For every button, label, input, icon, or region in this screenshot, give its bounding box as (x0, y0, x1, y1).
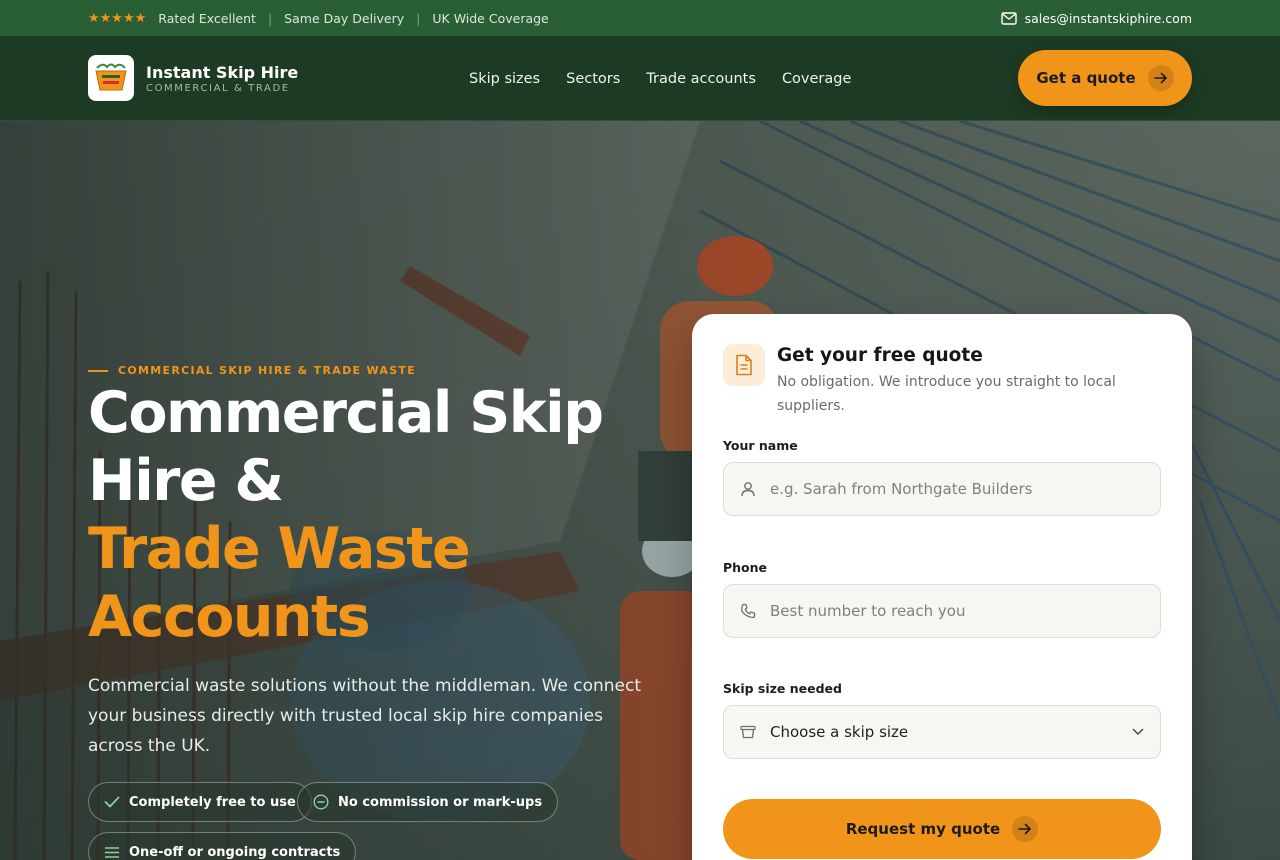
request-quote-button[interactable]: Request my quote (723, 799, 1161, 859)
email-link[interactable]: sales@instantskiphire.com (1000, 11, 1192, 26)
phone-placeholder: Best number to reach you (770, 602, 966, 620)
chip-contracts: One-off or ongoing contracts (88, 832, 357, 860)
document-icon (723, 344, 765, 386)
chip-no-commission-label: No commission or mark-ups (338, 794, 543, 810)
arrow-right-icon (1147, 65, 1174, 91)
form-title: Get your free quote (777, 345, 983, 366)
name-placeholder: e.g. Sarah from Northgate Builders (770, 480, 1033, 498)
name-label: Your name (723, 438, 798, 453)
chevron-down-icon (1132, 728, 1144, 735)
rating-stars: ★★★★★ (88, 10, 147, 26)
chip-contracts-label: One-off or ongoing contracts (129, 844, 341, 860)
nav-coverage[interactable]: Coverage (782, 71, 851, 87)
user-icon (741, 482, 755, 497)
get-quote-label: Get a quote (1036, 69, 1136, 87)
hero-heading-line1: Commercial Skip (88, 380, 604, 446)
hero-heading-line2: Hire & (88, 448, 284, 514)
chip-free-label: Completely free to use (129, 794, 296, 810)
delivery-text: Same Day Delivery (284, 10, 405, 26)
hero-heading-line4: Accounts (88, 584, 371, 650)
email-text[interactable]: sales@instantskiphire.com (1025, 11, 1192, 26)
main-nav: Skip sizes Sectors Trade accounts Covera… (469, 36, 851, 121)
brand[interactable]: Instant Skip Hire COMMERCIAL & TRADE (146, 63, 298, 94)
divider: | (267, 10, 273, 26)
nav-trade-accounts[interactable]: Trade accounts (646, 71, 756, 87)
coverage-text: UK Wide Coverage (432, 10, 549, 26)
form-subtitle: No obligation. We introduce you straight… (777, 374, 1116, 414)
chip-free: Completely free to use (88, 782, 312, 822)
request-quote-label: Request my quote (845, 820, 1001, 838)
eyebrow-line (88, 369, 108, 372)
site-header: Instant Skip Hire COMMERCIAL & TRADE Ski… (0, 36, 1280, 121)
mail-icon (1000, 11, 1017, 25)
skip-icon (740, 725, 756, 739)
brand-name: Instant Skip Hire (146, 62, 299, 82)
get-quote-button[interactable]: Get a quote (1018, 50, 1192, 106)
top-info-bar: ★★★★★ Rated Excellent | Same Day Deliver… (0, 0, 1280, 36)
hero-section: COMMERCIAL SKIP HIRE & TRADE WASTE Comme… (0, 121, 1280, 860)
phone-field[interactable]: Best number to reach you (723, 584, 1161, 638)
nav-sectors[interactable]: Sectors (566, 71, 620, 87)
minus-circle-icon (313, 794, 329, 810)
skip-size-select[interactable]: Choose a skip size (723, 705, 1161, 759)
skip-size-label: Skip size needed (723, 681, 842, 696)
phone-label: Phone (723, 560, 768, 575)
logo[interactable] (88, 55, 134, 101)
hero-eyebrow: COMMERCIAL SKIP HIRE & TRADE WASTE (88, 364, 416, 377)
phone-icon (741, 603, 756, 619)
hero-heading-line3: Trade Waste (88, 516, 471, 582)
list-icon (105, 846, 119, 858)
top-info-left: ★★★★★ Rated Excellent | Same Day Deliver… (88, 11, 549, 26)
divider: | (416, 10, 421, 26)
check-icon (104, 796, 120, 808)
hero-description: Commercial waste solutions without the m… (88, 676, 642, 756)
rating-text: Rated Excellent (158, 10, 256, 26)
chip-no-commission: No commission or mark-ups (297, 782, 559, 822)
brand-tagline: COMMERCIAL & TRADE (146, 82, 290, 94)
skip-logo-icon (95, 63, 127, 91)
skip-size-value: Choose a skip size (770, 723, 909, 741)
nav-skip-sizes[interactable]: Skip sizes (469, 71, 540, 87)
name-field[interactable]: e.g. Sarah from Northgate Builders (723, 462, 1161, 516)
arrow-right-icon (1012, 816, 1039, 842)
quote-form-card: Get your free quote No obligation. We in… (692, 314, 1192, 860)
hero-heading: Commercial Skip Hire & Trade Waste Accou… (88, 379, 648, 651)
eyebrow-text: COMMERCIAL SKIP HIRE & TRADE WASTE (118, 364, 417, 377)
